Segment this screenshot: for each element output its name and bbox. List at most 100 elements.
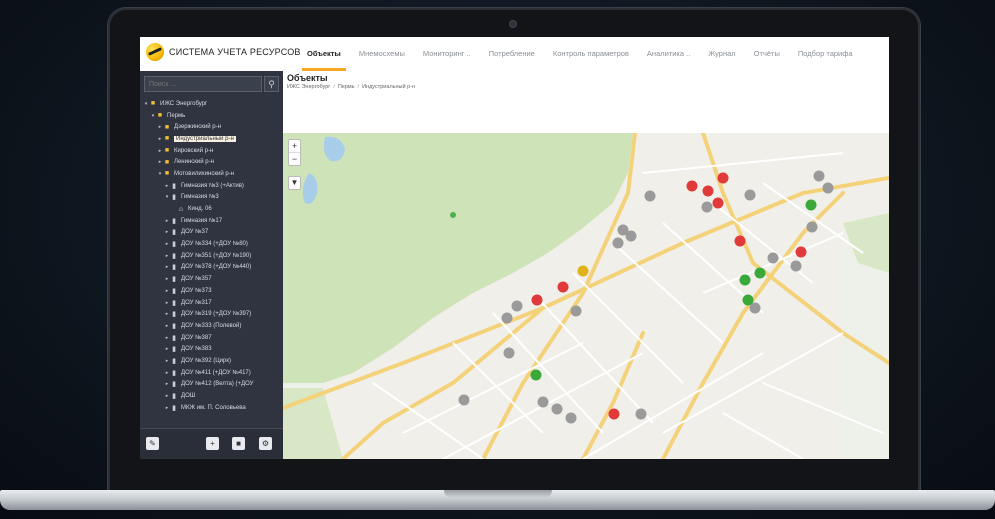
edit-button[interactable]: ✎ (146, 437, 159, 450)
map-marker-offline[interactable] (511, 300, 523, 312)
tree-item[interactable]: ▸ ■ Дзержинский р-н (140, 121, 283, 133)
tree-item[interactable]: ▸ ▮ ДОШ (140, 390, 283, 402)
nav-item[interactable]: Подбор тарифа (789, 37, 862, 71)
map-marker-offline[interactable] (806, 221, 818, 233)
map-marker-offline[interactable] (744, 189, 756, 201)
logo[interactable]: СИСТЕМА УЧЕТА РЕСУРСОВ (146, 43, 301, 61)
map-marker-alarm[interactable] (734, 235, 746, 247)
map-marker-offline[interactable] (822, 182, 834, 194)
map-marker-offline[interactable] (612, 237, 624, 249)
tree-item[interactable]: ▸ ▮ ДОУ №378 (+ДОУ №440) (140, 262, 283, 274)
tree-item[interactable]: ▸ ▮ МКЖ им. П. Соловьева (140, 402, 283, 414)
map-marker-offline[interactable] (565, 412, 577, 424)
document-icon: ▮ (172, 393, 176, 401)
tree-item[interactable]: ▸ ▮ ДОУ №411 (+ДОУ №417) (140, 367, 283, 379)
tree-item[interactable]: ▾ ■ Пермь (140, 110, 283, 122)
map-marker-offline[interactable] (813, 170, 825, 182)
map-marker-alarm[interactable] (686, 180, 698, 192)
tree-item[interactable]: ▸ ■ Кировский р-н (140, 145, 283, 157)
zoom-in-button[interactable]: + (289, 140, 300, 152)
tree-item[interactable]: ▸ ▮ ДОУ №334 (+ДОУ №80) (140, 238, 283, 250)
map-marker-offline[interactable] (701, 201, 713, 213)
breadcrumb-item[interactable]: Индустриальный р-н (362, 84, 415, 90)
tree-item[interactable]: ▸ ▮ ДОУ №373 (140, 285, 283, 297)
map-marker-alarm[interactable] (712, 197, 724, 209)
object-tree: ▾ ■ ИЖС Энергобург ▾ ■ Пермь ▸ ■ Дзержинский р-н… (140, 98, 283, 414)
map-marker-offline[interactable] (635, 408, 647, 420)
tree-item-label: Дзержинский р-н (174, 124, 221, 131)
map[interactable]: + − ▼ (283, 133, 889, 459)
nav-item[interactable]: Аналитика .. (638, 37, 699, 71)
map-marker-alarm[interactable] (717, 172, 729, 184)
map-marker-ok[interactable] (530, 369, 542, 381)
nav-item[interactable]: Контроль параметров (544, 37, 638, 71)
document-icon: ▮ (172, 322, 176, 330)
map-marker-ok[interactable] (805, 199, 817, 211)
tree-item[interactable]: ▸ ▮ ДОУ №333 (Полевой) (140, 320, 283, 332)
breadcrumb-item[interactable]: Пермь (338, 84, 355, 90)
nav-item[interactable]: Мнемосхемы (350, 37, 414, 71)
tree-item-label: Кинд. 06 (188, 206, 212, 213)
tree-item-label: ДОУ №411 (+ДОУ №417) (181, 369, 251, 376)
map-marker-offline[interactable] (458, 394, 470, 406)
map-marker-offline[interactable] (537, 396, 549, 408)
breadcrumb-item[interactable]: ИЖС Энергобург (287, 84, 330, 90)
map-marker-alarm[interactable] (795, 246, 807, 258)
nav-item[interactable]: Объекты (298, 37, 350, 71)
map-marker-warning[interactable] (577, 265, 589, 277)
folder-icon: ■ (164, 135, 170, 143)
map-marker-alarm[interactable] (557, 281, 569, 293)
map-marker-alarm[interactable] (531, 294, 543, 306)
map-marker-offline[interactable] (501, 312, 513, 324)
tree-item[interactable]: ▾ ▮ Гимназия №3 (140, 192, 283, 204)
tree-item-label: Кировский р-н (174, 147, 214, 154)
zoom-out-button[interactable]: − (289, 152, 300, 165)
map-marker-ok[interactable] (754, 267, 766, 279)
map-marker-offline[interactable] (570, 305, 582, 317)
tree-item[interactable]: ▸ ■ Ленинский р-н (140, 156, 283, 168)
tree-item[interactable]: ▸ ▮ Гимназия №17 (140, 215, 283, 227)
map-marker-offline[interactable] (767, 252, 779, 264)
map-marker-offline[interactable] (749, 302, 761, 314)
tree-item[interactable]: ▸ ▮ Гимназия №3 (+Актив) (140, 180, 283, 192)
tree-item[interactable]: ▾ ■ ИЖС Энергобург (140, 98, 283, 110)
tree-item[interactable]: ▸ ▮ ДОУ №383 (140, 343, 283, 355)
tree-item[interactable]: ▸ ▮ ДОУ №37 (140, 227, 283, 239)
tree-item[interactable]: ▸ ▮ ДОУ №357 (140, 273, 283, 285)
map-marker-alarm[interactable] (608, 408, 620, 420)
tree-item[interactable]: ▸ ▮ ДОУ №351 (+ДОУ №190) (140, 250, 283, 262)
search-input[interactable] (144, 76, 262, 92)
filter-button[interactable]: ▼ (288, 176, 301, 190)
map-marker-offline[interactable] (644, 190, 656, 202)
document-icon: ▮ (172, 264, 176, 272)
map-marker-alarm[interactable] (702, 185, 714, 197)
search-button[interactable]: ⚲ (264, 76, 279, 92)
map-marker-offline[interactable] (503, 347, 515, 359)
tree-item[interactable]: ⌂ Кинд. 06 (140, 203, 283, 215)
tree-item[interactable]: ▸ ▮ ДОУ №392 (Цирк) (140, 355, 283, 367)
tree-item[interactable]: ▸ ▮ ДОУ №319 (+ДОУ №397) (140, 308, 283, 320)
settings-button[interactable]: ⚙ (259, 437, 272, 450)
document-icon: ▮ (172, 182, 176, 190)
map-marker-offline[interactable] (625, 230, 637, 242)
nav-item[interactable]: Мониторинг .. (414, 37, 480, 71)
nav-item[interactable]: Отчёты (745, 37, 789, 71)
tree-item[interactable]: ▸ ▮ ДОУ №412 (Велта) (+ДОУ (140, 379, 283, 391)
tree-item-label: ДОУ №319 (+ДОУ №397) (181, 311, 252, 318)
folder-icon: ■ (150, 100, 156, 108)
tree-item[interactable]: ▸ ▮ ДОУ №317 (140, 297, 283, 309)
tree-item-label: ИЖС Энергобург (160, 100, 208, 107)
home-icon: ⌂ (178, 205, 184, 213)
folder-button[interactable]: ■ (232, 437, 245, 450)
map-marker-offline[interactable] (790, 260, 802, 272)
document-icon: ▮ (172, 241, 176, 249)
map-marker-offline[interactable] (551, 403, 563, 415)
tree-item[interactable]: ▸ ▮ ДОУ №387 (140, 332, 283, 344)
tree-item[interactable]: ▸ ■ Индустриальный р-н (140, 133, 283, 145)
add-button[interactable]: + (206, 437, 219, 450)
tree-item[interactable]: ▾ ■ Мотовилихинский р-н (140, 168, 283, 180)
nav-item[interactable]: Потребление (480, 37, 544, 71)
nav-item[interactable]: Журнал (699, 37, 744, 71)
map-marker-ok[interactable] (739, 274, 751, 286)
tree-item-label: МКЖ им. П. Соловьева (181, 404, 246, 411)
